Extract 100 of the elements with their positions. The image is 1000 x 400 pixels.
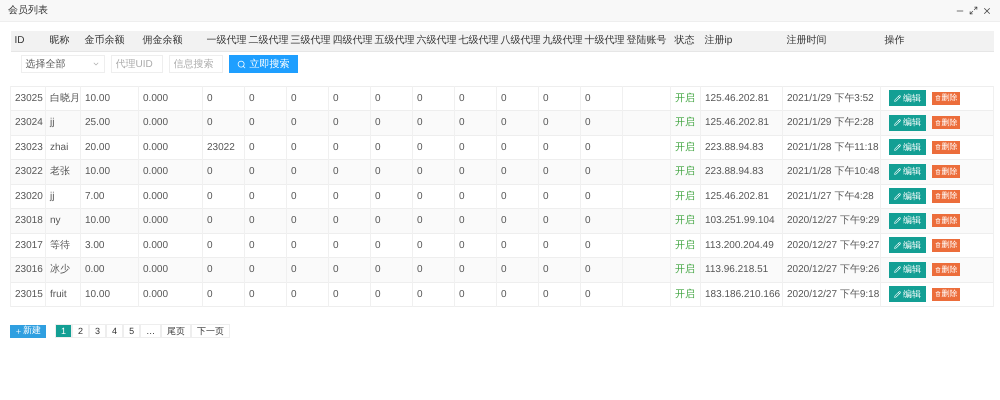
table-cell: 0.00 — [80, 258, 138, 282]
table-cell: 125.46.202.81 — [700, 110, 782, 135]
status-text: 开启 — [670, 110, 700, 135]
table-cell: 0 — [244, 282, 286, 306]
edit-button[interactable]: 编辑 — [889, 90, 926, 106]
status-text: 开启 — [670, 282, 700, 306]
table-cell: 0 — [496, 208, 538, 233]
column-header: 五级代理 — [370, 31, 412, 51]
new-button[interactable]: 新建 — [10, 324, 46, 338]
column-header: 注册时间 — [782, 31, 880, 51]
table-cell: jj — [46, 110, 80, 135]
table-cell: 0 — [496, 282, 538, 306]
column-header: 登陆账号 — [622, 31, 670, 51]
table-cell: 0.000 — [138, 258, 202, 282]
page-link[interactable]: 1 — [55, 324, 72, 338]
page-link[interactable]: 2 — [72, 324, 90, 338]
table-cell: 0 — [370, 282, 412, 306]
page-link[interactable]: 尾页 — [161, 324, 192, 338]
table-cell: 0 — [244, 258, 286, 282]
plus-icon — [15, 328, 22, 334]
table-cell: 0 — [328, 258, 370, 282]
table-cell: 0 — [580, 258, 622, 282]
close-icon[interactable] — [982, 6, 992, 16]
delete-button[interactable]: 删除 — [932, 165, 960, 178]
pencil-icon — [894, 192, 901, 200]
trash-icon — [934, 120, 940, 126]
maximize-icon[interactable] — [969, 6, 978, 15]
table-cell: 23016 — [10, 258, 46, 282]
page-link[interactable]: … — [140, 324, 162, 338]
edit-button[interactable]: 编辑 — [889, 212, 926, 229]
edit-button[interactable]: 编辑 — [889, 114, 926, 131]
table-cell: 0 — [244, 110, 286, 135]
table-cell: 0 — [496, 160, 538, 184]
edit-button[interactable]: 编辑 — [889, 262, 926, 278]
edit-button[interactable]: 编辑 — [889, 139, 926, 156]
trash-icon — [934, 218, 940, 224]
delete-button[interactable]: 删除 — [932, 140, 960, 154]
page-link[interactable]: 3 — [89, 324, 106, 338]
table-cell: 0 — [538, 258, 580, 282]
uid-field[interactable]: 代理UID — [110, 55, 162, 74]
status-text: 开启 — [670, 160, 700, 184]
delete-button[interactable]: 删除 — [932, 116, 960, 130]
table-cell: 23024 — [10, 110, 46, 135]
table-cell: 0 — [454, 208, 496, 233]
table-cell: 0 — [412, 282, 454, 306]
select-dropdown[interactable]: 选择全部 — [20, 55, 104, 74]
table-cell: 2020/12/27 下午9:26 — [782, 258, 880, 282]
table-cell: 0.000 — [138, 208, 202, 233]
page-link[interactable]: 5 — [123, 324, 140, 338]
trash-icon — [934, 242, 940, 248]
pencil-icon — [894, 217, 901, 224]
table-cell: 0 — [496, 110, 538, 135]
table-cell: 0.000 — [138, 160, 202, 184]
pencil-icon — [894, 94, 901, 102]
table-cell: 0.000 — [138, 110, 202, 135]
page-link[interactable]: 4 — [106, 324, 124, 338]
search-button[interactable]: 立即搜索 — [228, 55, 298, 74]
edit-button[interactable]: 编辑 — [889, 188, 926, 204]
delete-button[interactable]: 删除 — [932, 92, 960, 105]
trash-icon — [934, 193, 940, 200]
pencil-icon — [894, 119, 901, 126]
edit-button[interactable]: 编辑 — [889, 237, 926, 254]
table-cell: 0 — [538, 208, 580, 233]
table-cell: 0 — [496, 258, 538, 282]
table-cell: 0 — [538, 160, 580, 184]
page-link[interactable]: 下一页 — [191, 324, 230, 338]
trash-icon — [934, 168, 940, 175]
delete-button[interactable]: 删除 — [932, 190, 960, 203]
trash-icon — [934, 291, 940, 298]
table-cell: 23018 — [10, 208, 46, 233]
table-cell: 25.00 — [80, 110, 138, 135]
table-cell: 0 — [202, 110, 244, 135]
delete-button[interactable]: 删除 — [932, 214, 960, 228]
table-cell: 2020/12/27 下午9:18 — [782, 282, 880, 306]
table-cell: 老张 — [46, 160, 80, 184]
edit-button[interactable]: 编辑 — [889, 286, 926, 302]
pencil-icon — [894, 266, 901, 274]
column-header: 十级代理 — [580, 31, 622, 51]
table-cell: 0 — [538, 110, 580, 135]
search-field[interactable]: 信息搜索 — [168, 55, 222, 74]
table-cell: 23015 — [10, 282, 46, 306]
table-cell: 0 — [454, 160, 496, 184]
table-cell: 0 — [328, 160, 370, 184]
table-cell: 0 — [370, 208, 412, 233]
table-cell: 0 — [286, 208, 328, 233]
trash-icon — [934, 144, 940, 150]
edit-button[interactable]: 编辑 — [889, 164, 926, 180]
column-header: 六级代理 — [412, 31, 454, 51]
delete-button[interactable]: 删除 — [932, 238, 960, 252]
table-cell: 0 — [370, 160, 412, 184]
column-header: 金币余额 — [80, 31, 138, 51]
table-cell: 0 — [244, 160, 286, 184]
delete-button[interactable]: 删除 — [932, 263, 960, 276]
status-text: 开启 — [670, 258, 700, 282]
delete-button[interactable]: 删除 — [932, 288, 960, 301]
table-cell: 0 — [412, 208, 454, 233]
table-cell: 0 — [286, 282, 328, 306]
table-cell: 103.251.99.104 — [700, 208, 782, 233]
table-cell: 0 — [412, 110, 454, 135]
table-cell: 223.88.94.83 — [700, 160, 782, 184]
